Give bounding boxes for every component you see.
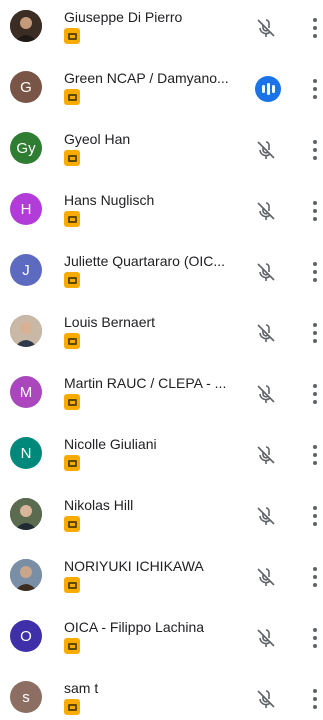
participant-row[interactable]: Louis Bernaert bbox=[0, 305, 323, 366]
more-vert-icon[interactable] bbox=[312, 140, 318, 160]
more-vert-icon[interactable] bbox=[312, 506, 318, 526]
presentation-badge-icon bbox=[64, 394, 80, 410]
avatar-initials: G bbox=[20, 78, 32, 96]
participant-row[interactable]: NORIYUKI ICHIKAWA bbox=[0, 549, 323, 610]
participant-name: Martin RAUC / CLEPA - ... bbox=[64, 375, 227, 391]
presentation-badge-icon bbox=[64, 150, 80, 166]
avatar-initials: Gy bbox=[16, 139, 36, 157]
presentation-badge-icon bbox=[64, 638, 80, 654]
avatar: Gy bbox=[10, 132, 42, 164]
avatar: M bbox=[10, 376, 42, 408]
avatar bbox=[10, 498, 42, 530]
avatar bbox=[10, 315, 42, 347]
participant-name: Nikolas Hill bbox=[64, 497, 134, 513]
more-vert-icon[interactable] bbox=[312, 445, 318, 465]
participant-name: Nicolle Giuliani bbox=[64, 436, 157, 452]
mic-off-icon[interactable] bbox=[254, 199, 278, 223]
participant-row[interactable]: O OICA - Filippo Lachina bbox=[0, 610, 323, 671]
participant-row[interactable]: s sam t bbox=[0, 671, 323, 720]
participant-row[interactable]: M Martin RAUC / CLEPA - ... bbox=[0, 366, 323, 427]
presentation-badge-icon bbox=[64, 577, 80, 593]
avatar-initials: N bbox=[20, 444, 32, 462]
profile-photo bbox=[10, 498, 42, 530]
avatar: O bbox=[10, 620, 42, 652]
presentation-badge-icon bbox=[64, 89, 80, 105]
avatar bbox=[10, 559, 42, 591]
avatar: N bbox=[10, 437, 42, 469]
profile-photo bbox=[10, 10, 42, 42]
participant-name: Gyeol Han bbox=[64, 131, 131, 147]
more-vert-icon[interactable] bbox=[312, 323, 318, 343]
mic-off-icon[interactable] bbox=[254, 321, 278, 345]
mic-off-icon[interactable] bbox=[254, 565, 278, 589]
participant-row[interactable]: H Hans Nuglisch bbox=[0, 183, 323, 244]
avatar-initials: H bbox=[20, 200, 32, 218]
avatar: G bbox=[10, 71, 42, 103]
more-vert-icon[interactable] bbox=[312, 262, 318, 282]
more-vert-icon[interactable] bbox=[312, 689, 318, 709]
participant-row[interactable]: G Green NCAP / Damyano... bbox=[0, 61, 323, 122]
presentation-badge-icon bbox=[64, 455, 80, 471]
profile-photo bbox=[10, 559, 42, 591]
avatar: J bbox=[10, 254, 42, 286]
mic-off-icon[interactable] bbox=[254, 260, 278, 284]
presentation-badge-icon bbox=[64, 211, 80, 227]
participant-name: Giuseppe Di Pierro bbox=[64, 9, 183, 25]
more-vert-icon[interactable] bbox=[312, 79, 318, 99]
participant-name: Juliette Quartararo (OIC... bbox=[64, 253, 226, 269]
mic-off-icon[interactable] bbox=[254, 138, 278, 162]
presentation-badge-icon bbox=[64, 272, 80, 288]
presentation-badge-icon bbox=[64, 28, 80, 44]
more-vert-icon[interactable] bbox=[312, 201, 318, 221]
mic-off-icon[interactable] bbox=[254, 687, 278, 711]
participant-name: Louis Bernaert bbox=[64, 314, 156, 330]
participant-row[interactable]: Giuseppe Di Pierro bbox=[0, 0, 323, 61]
avatar: H bbox=[10, 193, 42, 225]
mic-off-icon[interactable] bbox=[254, 626, 278, 650]
avatar-initials: M bbox=[19, 383, 33, 401]
mic-off-icon[interactable] bbox=[254, 443, 278, 467]
participant-name: Hans Nuglisch bbox=[64, 192, 155, 208]
profile-photo bbox=[10, 315, 42, 347]
mic-off-icon[interactable] bbox=[254, 16, 278, 40]
participant-row[interactable]: N Nicolle Giuliani bbox=[0, 427, 323, 488]
avatar: s bbox=[10, 681, 42, 713]
participant-row[interactable]: Gy Gyeol Han bbox=[0, 122, 323, 183]
more-vert-icon[interactable] bbox=[312, 384, 318, 404]
participant-name: sam t bbox=[64, 680, 99, 696]
audio-level-icon bbox=[255, 76, 281, 102]
avatar bbox=[10, 10, 42, 42]
avatar-initials: s bbox=[22, 688, 30, 706]
presentation-badge-icon bbox=[64, 516, 80, 532]
presentation-badge-icon bbox=[64, 699, 80, 715]
more-vert-icon[interactable] bbox=[312, 628, 318, 648]
mic-off-icon[interactable] bbox=[254, 382, 278, 406]
participant-row[interactable]: J Juliette Quartararo (OIC... bbox=[0, 244, 323, 305]
participant-name: OICA - Filippo Lachina bbox=[64, 619, 205, 635]
mic-off-icon[interactable] bbox=[254, 504, 278, 528]
participant-row[interactable]: Nikolas Hill bbox=[0, 488, 323, 549]
participant-name: NORIYUKI ICHIKAWA bbox=[64, 558, 204, 574]
more-vert-icon[interactable] bbox=[312, 18, 318, 38]
avatar-initials: O bbox=[20, 627, 32, 645]
presentation-badge-icon bbox=[64, 333, 80, 349]
participants-list: Giuseppe Di Pierro G Green NCAP / Damyan… bbox=[0, 0, 323, 720]
more-vert-icon[interactable] bbox=[312, 567, 318, 587]
participant-name: Green NCAP / Damyano... bbox=[64, 70, 229, 86]
avatar-initials: J bbox=[22, 261, 30, 279]
